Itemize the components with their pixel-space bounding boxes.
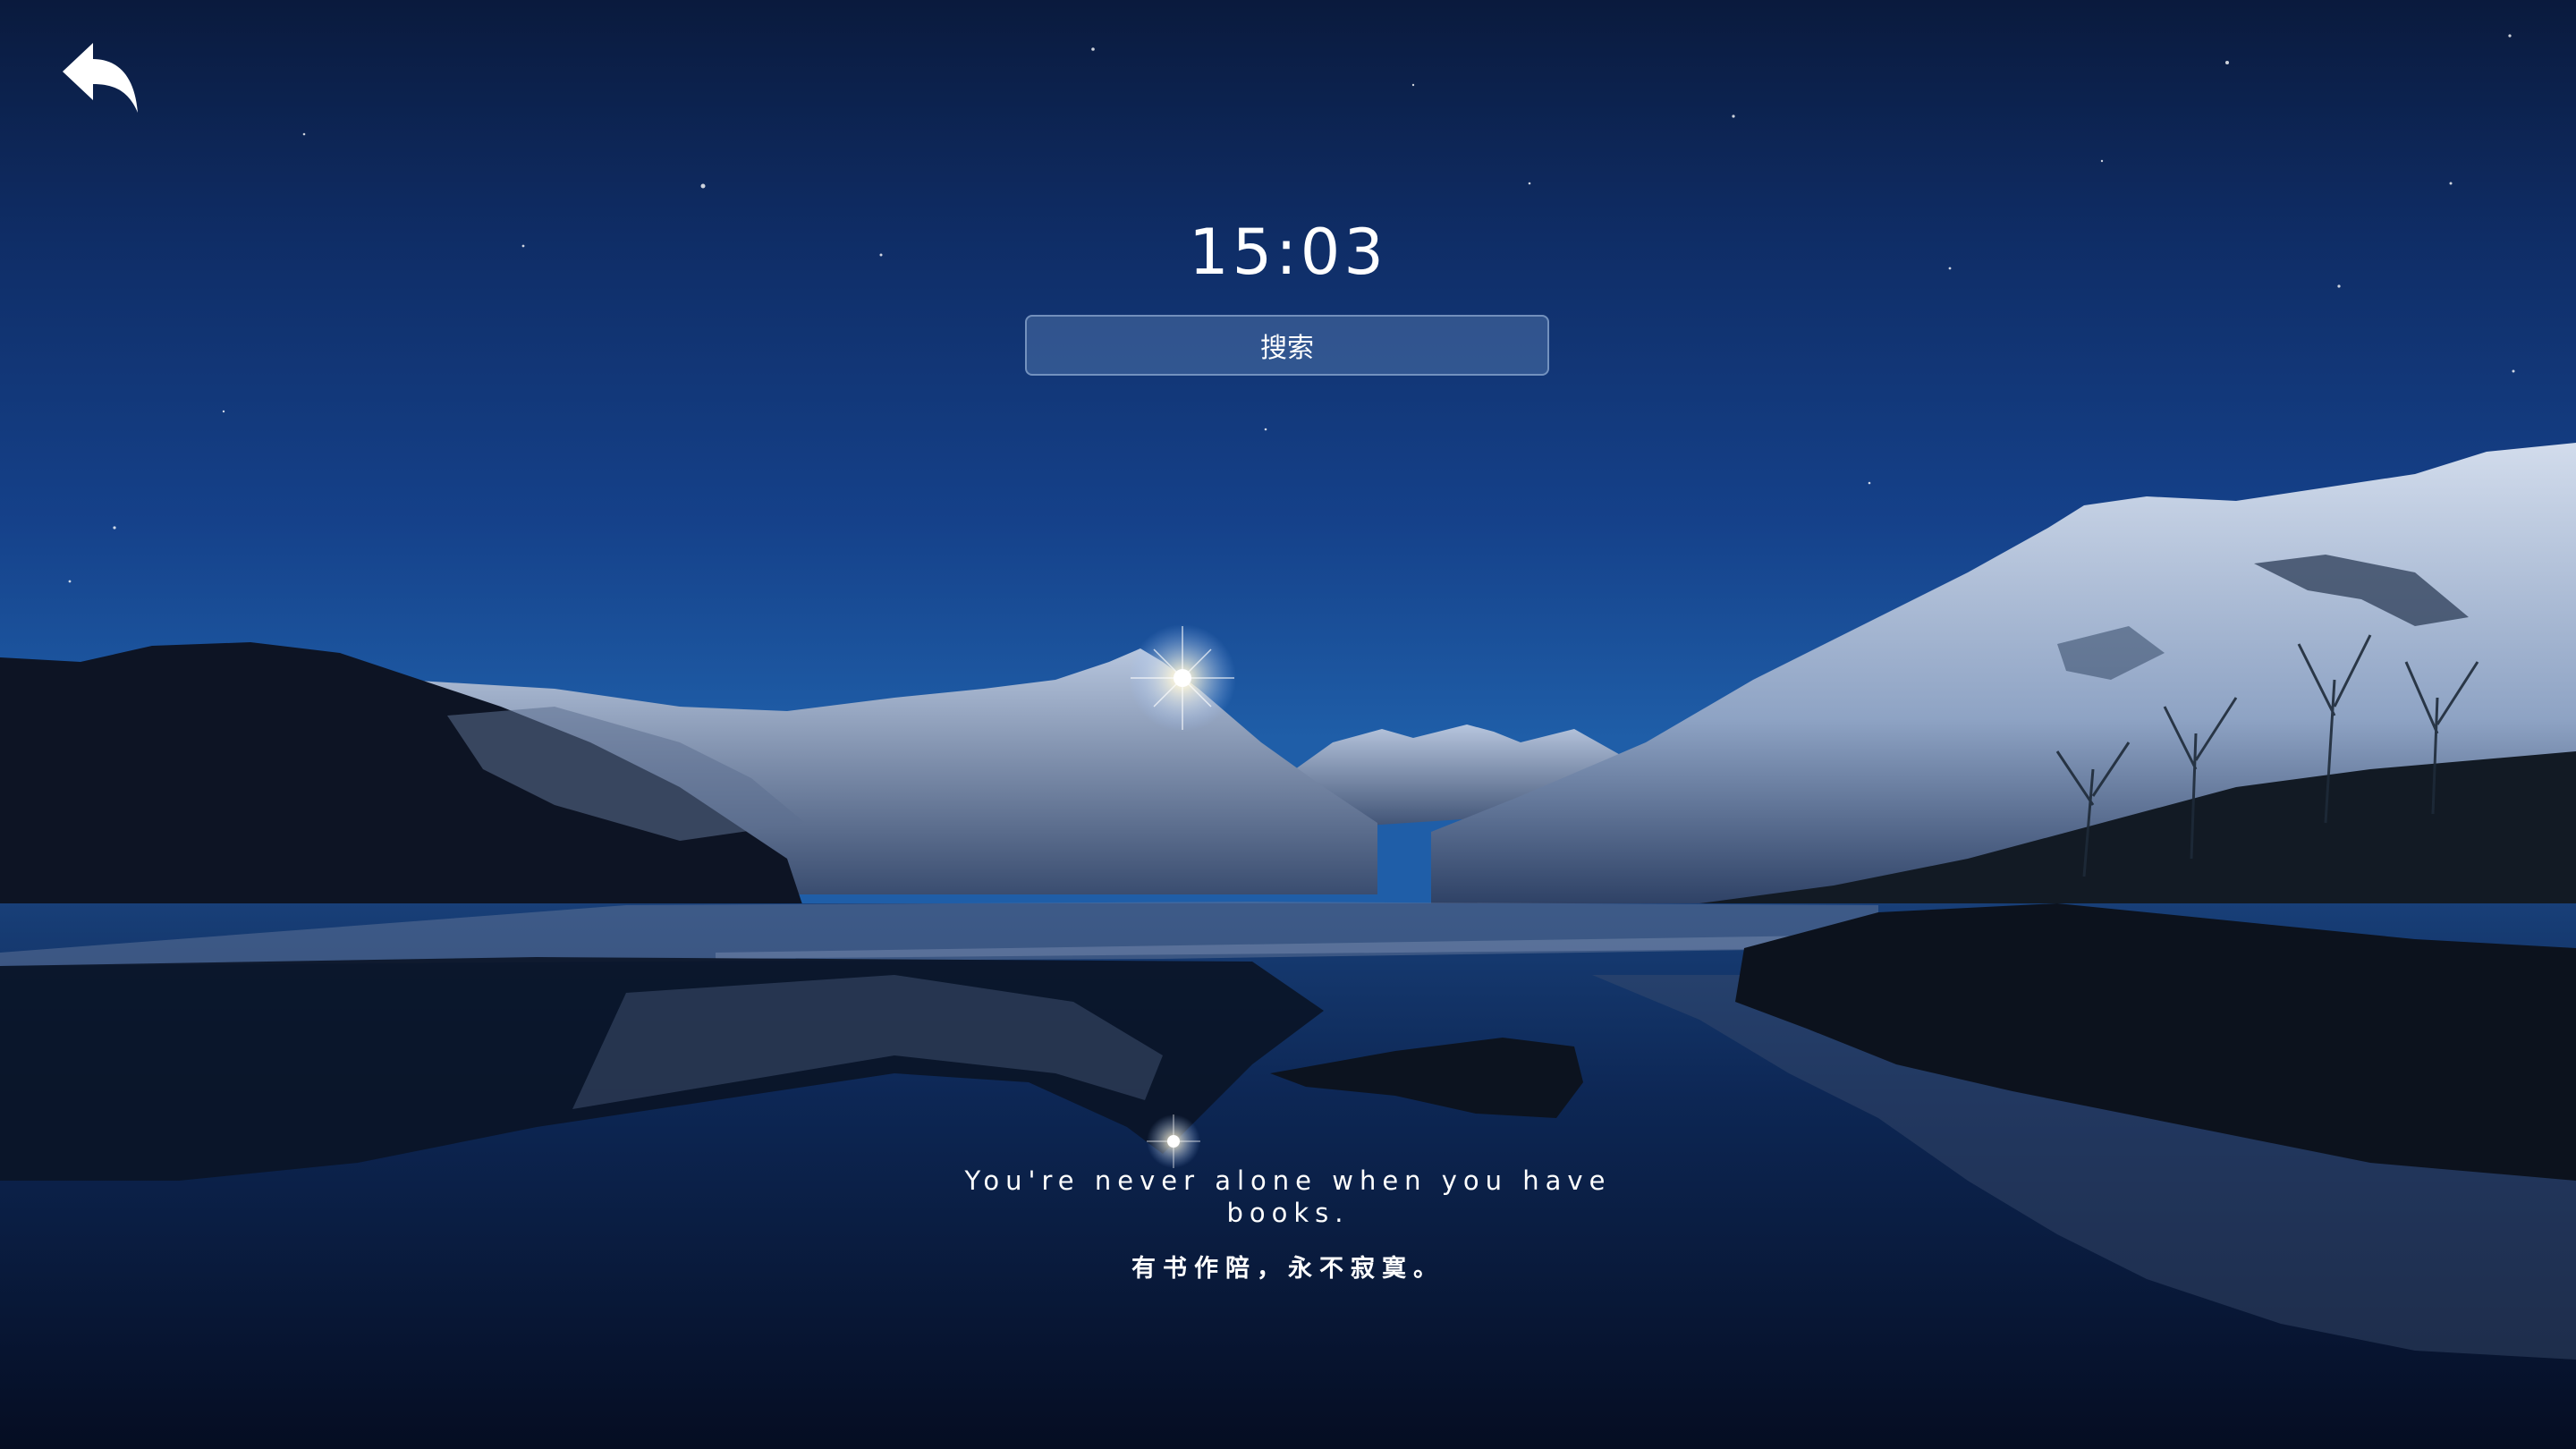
search-label: 搜索 [1260,333,1314,364]
undo-arrow-icon [63,43,138,113]
new-tab-page: 15:03 搜索 You're never alone when you hav… [0,0,2576,1449]
quote-english: You're never alone when you have books. [964,1165,1612,1228]
clock-time: 15:03 [1189,216,1387,289]
search-button[interactable]: 搜索 [1025,315,1549,376]
back-button[interactable] [55,36,145,125]
quote-chinese: 有书作陪，永不寂寞。 [1131,1255,1445,1283]
